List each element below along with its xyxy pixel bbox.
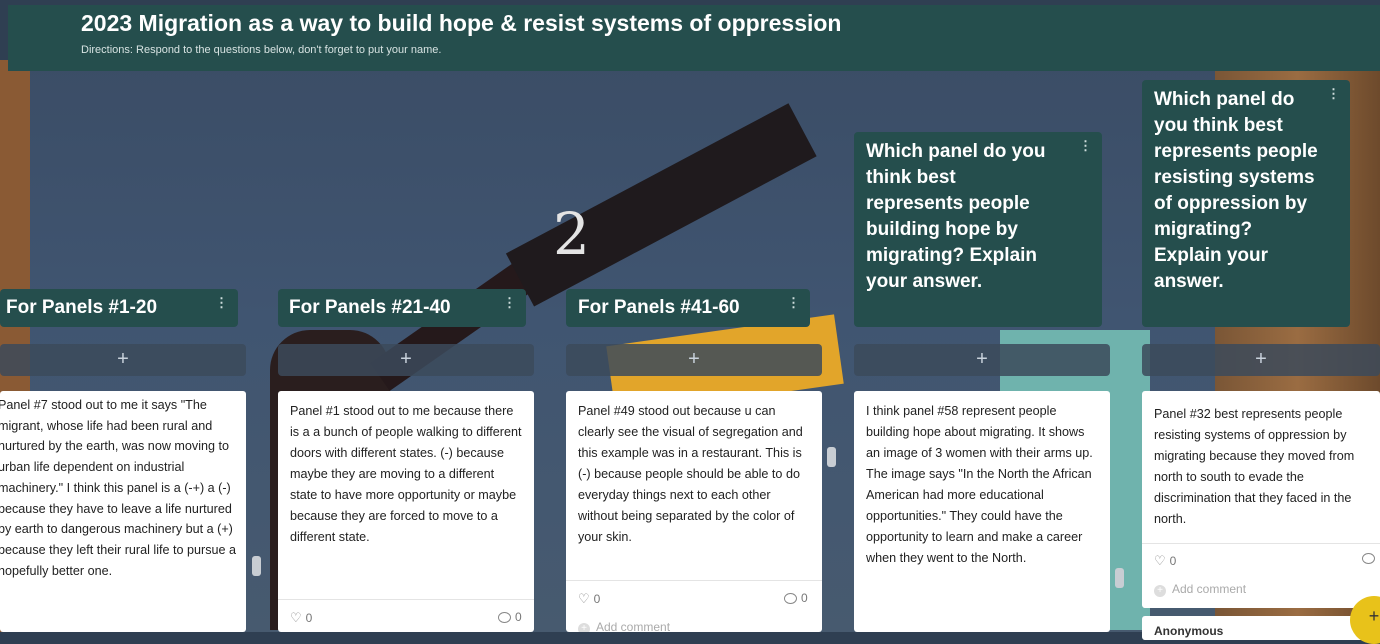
section-title: For Panels #21-40 bbox=[289, 297, 451, 318]
add-post-button[interactable]: + bbox=[566, 344, 822, 376]
comment-count: 0 bbox=[515, 610, 522, 624]
section-header-panels-1-20[interactable]: For Panels #1-20 ⋮ bbox=[0, 289, 238, 327]
painting-chalk-numeral: 2 bbox=[553, 200, 590, 268]
heart-icon: ♡ bbox=[578, 591, 590, 606]
card-divider bbox=[278, 599, 534, 600]
post-body: Panel #32 best represents people resisti… bbox=[1154, 407, 1355, 526]
section-header-panels-41-60[interactable]: For Panels #41-60 ⋮ bbox=[566, 289, 810, 327]
add-comment-button[interactable]: + Add comment bbox=[1154, 582, 1246, 597]
card-divider bbox=[1142, 543, 1380, 544]
like-button[interactable]: ♡ 0 bbox=[1154, 553, 1176, 569]
comment-button[interactable]: 0 bbox=[784, 591, 808, 605]
post-card[interactable]: I think panel #58 represent people build… bbox=[854, 391, 1110, 632]
card-divider bbox=[566, 580, 822, 581]
plus-icon: + bbox=[578, 623, 590, 632]
board-header: 2023 Migration as a way to build hope & … bbox=[8, 5, 1380, 71]
comment-bubble-icon bbox=[498, 611, 511, 623]
comment-count: 0 bbox=[801, 591, 808, 605]
like-button[interactable]: ♡ 0 bbox=[578, 591, 600, 607]
post-body: Panel #49 stood out because u can clearl… bbox=[578, 404, 803, 544]
post-card[interactable]: Anonymous bbox=[1142, 616, 1380, 640]
add-post-button[interactable]: + bbox=[278, 344, 534, 376]
comment-bubble-icon bbox=[784, 592, 797, 604]
post-body: Panel #7 stood out to me it says "The mi… bbox=[0, 398, 237, 578]
like-count: 0 bbox=[593, 592, 601, 606]
heart-icon: ♡ bbox=[290, 610, 302, 625]
more-vertical-icon[interactable]: ⋮ bbox=[787, 295, 800, 311]
post-card[interactable]: Panel #32 best represents people resisti… bbox=[1142, 391, 1380, 608]
add-comment-label: Add comment bbox=[596, 620, 671, 632]
add-comment-button[interactable]: + Add comment bbox=[578, 620, 670, 632]
comment-button[interactable] bbox=[1362, 553, 1375, 564]
section-header-building-hope[interactable]: Which panel do you think best represents… bbox=[854, 132, 1102, 327]
add-comment-label: Add comment bbox=[1172, 582, 1247, 596]
post-card[interactable]: Panel #1 stood out to me because there i… bbox=[278, 391, 534, 632]
comment-button[interactable]: 0 bbox=[498, 610, 522, 624]
scrollbar-thumb[interactable] bbox=[1115, 568, 1124, 588]
like-count: 0 bbox=[305, 611, 313, 625]
board-title: 2023 Migration as a way to build hope & … bbox=[81, 10, 842, 36]
post-author: Anonymous bbox=[1154, 624, 1224, 638]
comment-bubble-icon bbox=[1362, 553, 1375, 564]
like-button[interactable]: ♡ 0 bbox=[290, 610, 312, 626]
post-body: I think panel #58 represent people build… bbox=[866, 404, 1093, 565]
scrollbar-thumb[interactable] bbox=[827, 447, 836, 467]
more-vertical-icon[interactable]: ⋮ bbox=[215, 295, 228, 311]
section-header-panels-21-40[interactable]: For Panels #21-40 ⋮ bbox=[278, 289, 526, 327]
add-post-button[interactable]: + bbox=[854, 344, 1110, 376]
add-post-button[interactable]: + bbox=[1142, 344, 1380, 376]
post-body: Panel #1 stood out to me because there i… bbox=[290, 404, 522, 544]
like-count: 0 bbox=[1169, 554, 1177, 568]
section-title: For Panels #41-60 bbox=[578, 297, 740, 318]
section-header-resisting-oppression[interactable]: Which panel do you think best represents… bbox=[1142, 80, 1350, 327]
plus-icon: + bbox=[1154, 585, 1166, 597]
section-title: Which panel do you think best represents… bbox=[866, 141, 1046, 292]
scrollbar-thumb[interactable] bbox=[252, 556, 261, 576]
post-card[interactable]: Panel #7 stood out to me it says "The mi… bbox=[0, 391, 246, 632]
post-card[interactable]: Panel #49 stood out because u can clearl… bbox=[566, 391, 822, 632]
more-vertical-icon[interactable]: ⋮ bbox=[503, 295, 516, 311]
section-title: Which panel do you think best represents… bbox=[1154, 89, 1318, 292]
heart-icon: ♡ bbox=[1154, 553, 1166, 568]
more-vertical-icon[interactable]: ⋮ bbox=[1327, 86, 1340, 102]
section-title: For Panels #1-20 bbox=[6, 297, 158, 318]
add-post-button[interactable]: + bbox=[0, 344, 246, 376]
more-vertical-icon[interactable]: ⋮ bbox=[1079, 138, 1092, 154]
board-directions: Directions: Respond to the questions bel… bbox=[81, 44, 442, 56]
